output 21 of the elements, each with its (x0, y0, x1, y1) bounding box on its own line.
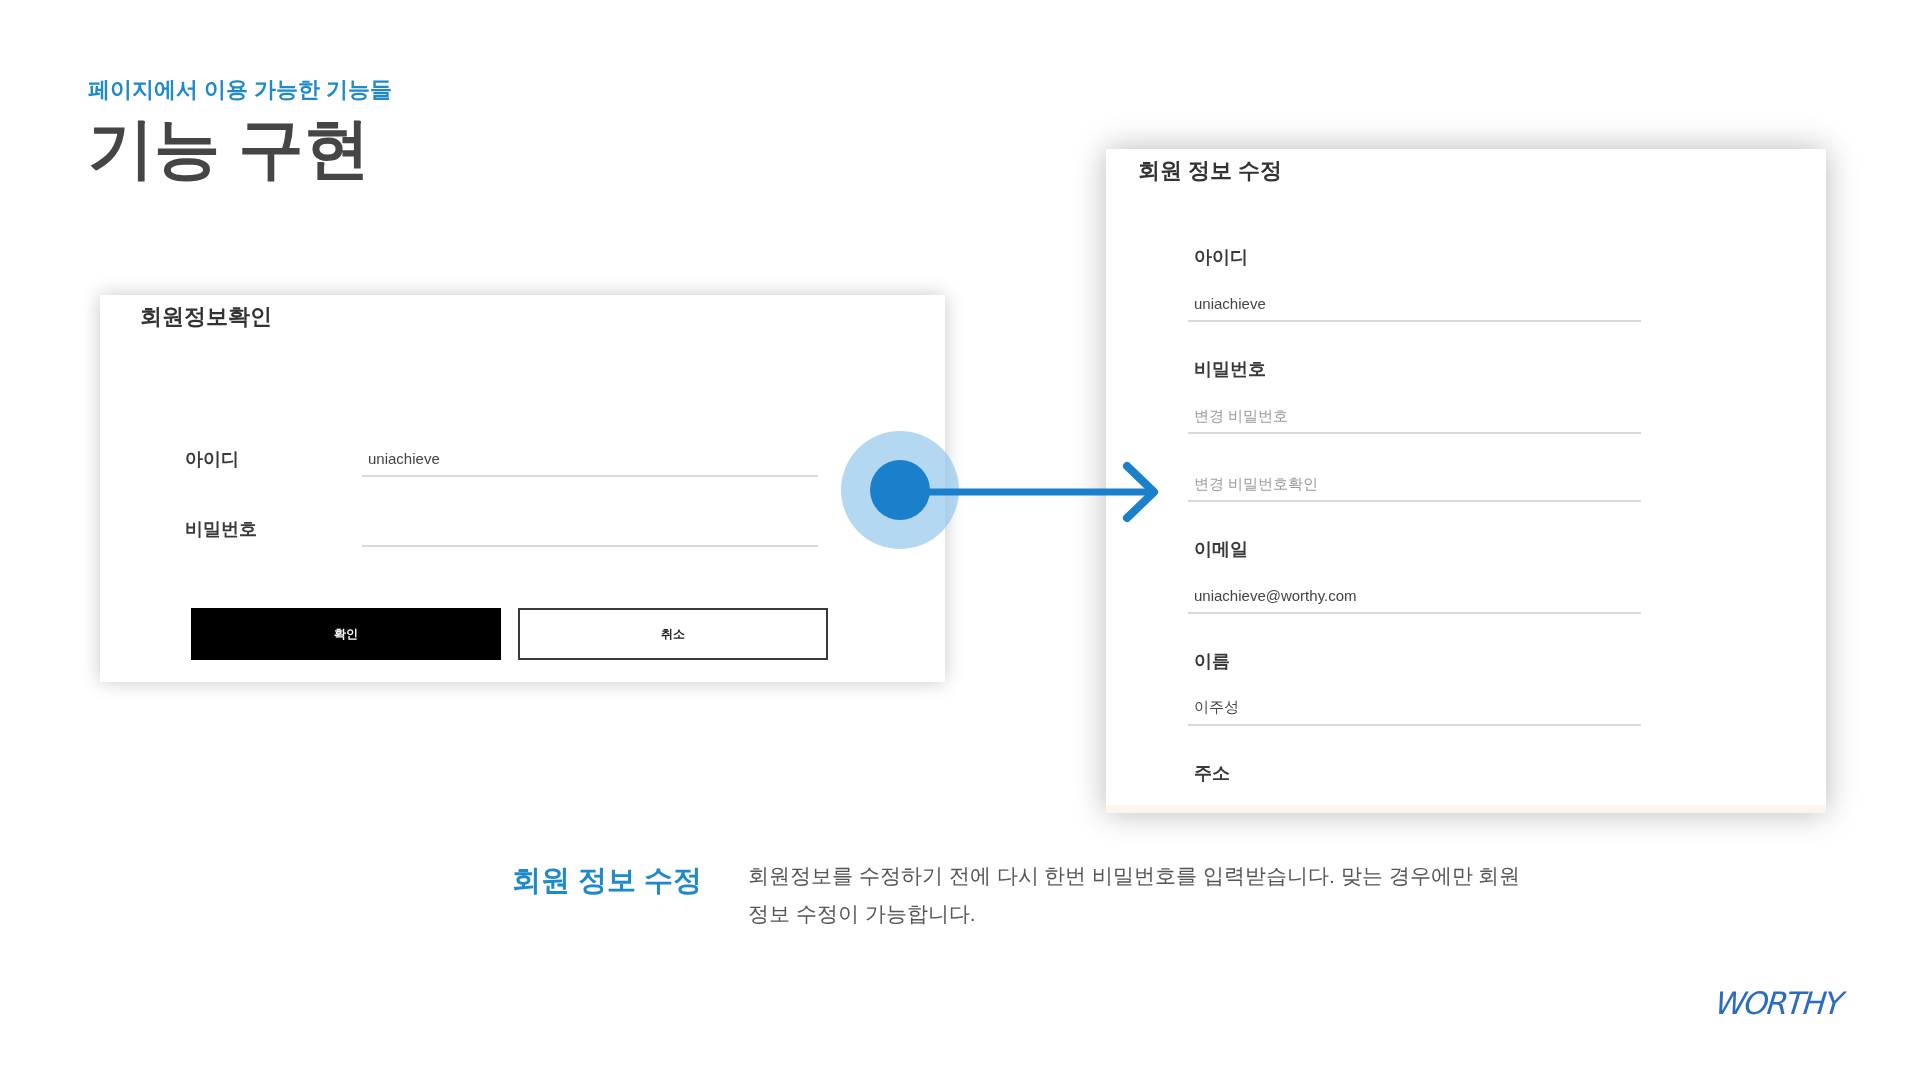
confirm-button[interactable]: 확인 (191, 608, 501, 660)
caption-title: 회원 정보 수정 (512, 863, 704, 898)
field-label: 주소 (1193, 762, 1230, 785)
input-field[interactable]: 변경 비밀번호 (1188, 398, 1641, 434)
input-field[interactable]: uniachieve@worthy.com (1188, 578, 1641, 614)
field-label: 아이디 (185, 448, 239, 471)
input-field[interactable]: uniachieve (1188, 286, 1641, 322)
field-label: 비밀번호 (1193, 358, 1266, 381)
section-subtitle: 페이지에서 이용 가능한 기능들 (88, 76, 393, 104)
caption-text: 회원정보를 수정하기 전에 다시 한번 비밀번호를 입력받습니다. 맞는 경우에만 회원 정보 수정이 가능합니다. (748, 863, 1522, 927)
field-label: 비밀번호 (185, 518, 257, 541)
page-title: 기능 구현 (88, 110, 371, 187)
field-label: 이메일 (1193, 538, 1248, 561)
input-field[interactable]: 변경 비밀번호확인 (1188, 466, 1641, 502)
panel-title: 회원정보확인 (140, 303, 272, 331)
field-label: 아이디 (1193, 246, 1248, 269)
input-field[interactable]: uniachieve (362, 441, 818, 477)
input-field[interactable]: 이주성 (1188, 690, 1641, 726)
panel-title: 회원 정보 수정 (1138, 157, 1283, 185)
cancel-button[interactable]: 취소 (518, 608, 828, 660)
field-label: 이름 (1193, 650, 1230, 673)
